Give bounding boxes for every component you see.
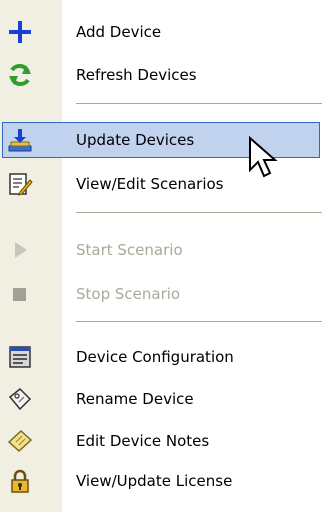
menu-item-label: Start Scenario (76, 241, 183, 259)
menu-item-label: Add Device (76, 23, 162, 41)
refresh-icon (6, 61, 34, 89)
play-icon (6, 236, 34, 264)
menu-separator (76, 321, 322, 323)
menu-item-view-update-license[interactable]: View/Update License (0, 463, 322, 499)
mouse-cursor-icon (248, 135, 280, 180)
menu-item-stop-scenario[interactable]: Stop Scenario (0, 276, 322, 312)
menu-item-device-configuration[interactable]: Device Configuration (0, 339, 322, 375)
rename-tag-icon (6, 385, 34, 413)
configuration-icon (6, 343, 34, 371)
plus-icon (6, 18, 34, 46)
menu-item-label: View/Edit Scenarios (76, 175, 224, 193)
menu-item-label: Device Configuration (76, 348, 234, 366)
menu-item-label: Update Devices (76, 131, 195, 149)
menu-item-label: Rename Device (76, 390, 194, 408)
menu-item-label: Refresh Devices (76, 66, 197, 84)
menu-item-start-scenario[interactable]: Start Scenario (0, 232, 322, 268)
menu-item-add-device[interactable]: Add Device (0, 14, 322, 50)
menu-item-label: Stop Scenario (76, 285, 181, 303)
stop-icon (6, 280, 34, 308)
menu-item-rename-device[interactable]: Rename Device (0, 381, 322, 417)
menu-separator (76, 212, 322, 214)
menu-item-label: Edit Device Notes (76, 432, 210, 450)
update-icon (6, 126, 34, 154)
menu-item-refresh-devices[interactable]: Refresh Devices (0, 57, 322, 93)
license-lock-icon (6, 467, 34, 495)
context-menu: Add Device Refresh Devices Update Device… (0, 0, 322, 512)
menu-item-label: View/Update License (76, 472, 233, 490)
menu-separator (76, 103, 322, 105)
notes-icon (6, 427, 34, 455)
scenario-edit-icon (6, 170, 34, 198)
menu-item-edit-device-notes[interactable]: Edit Device Notes (0, 423, 322, 459)
